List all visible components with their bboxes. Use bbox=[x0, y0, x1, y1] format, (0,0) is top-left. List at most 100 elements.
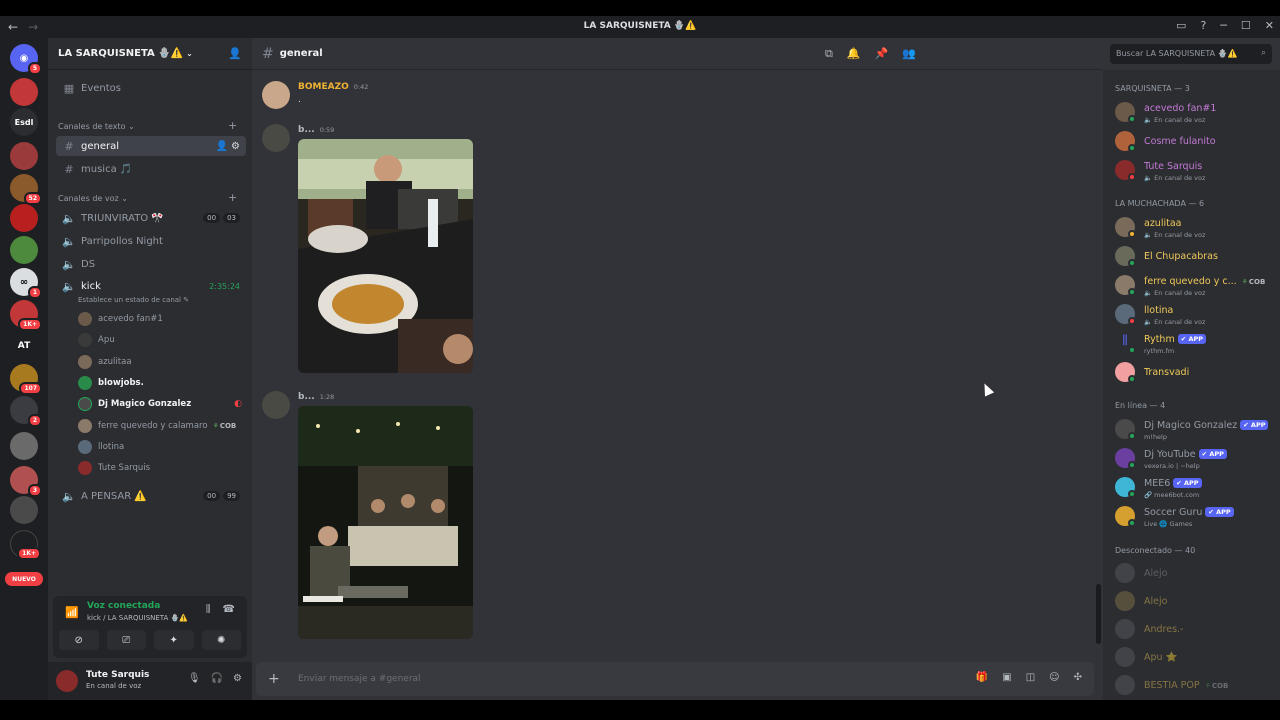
server-icon[interactable]: 1K+ bbox=[10, 300, 42, 331]
voice-user[interactable]: acevedo fan#1 bbox=[78, 310, 242, 328]
user-name[interactable]: Tute Sarquis bbox=[86, 670, 149, 680]
apps-icon[interactable]: ✣ bbox=[1074, 672, 1082, 683]
server-icon[interactable] bbox=[10, 496, 38, 524]
search-input[interactable]: Buscar LA SARQUISNETA 🪬⚠️ ⌕ bbox=[1110, 44, 1272, 64]
add-channel-icon[interactable]: + bbox=[228, 119, 237, 132]
voice-category[interactable]: Canales de voz ⌄ + bbox=[58, 191, 237, 204]
add-channel-icon[interactable]: + bbox=[228, 191, 237, 204]
discord-home-icon[interactable]: ◉ 5 bbox=[10, 44, 42, 75]
minimize-icon[interactable]: ─ bbox=[1220, 19, 1227, 32]
member-item[interactable]: Tute Sarquis 🔈 En canal de voz bbox=[1113, 156, 1279, 184]
server-icon[interactable]: 52 bbox=[10, 174, 42, 205]
voice-location[interactable]: kick / LA SARQUISNETA 🪬⚠️ bbox=[87, 614, 188, 622]
attachment-photo[interactable] bbox=[298, 406, 473, 639]
add-attachment-icon[interactable]: + bbox=[268, 671, 280, 687]
voice-user[interactable]: Dj Magico Gonzalez ◐ bbox=[78, 395, 242, 413]
channel-status[interactable]: Establece un estado de canal ✎ bbox=[78, 296, 189, 304]
message-author[interactable]: b... 1:28 bbox=[298, 392, 334, 402]
member-item[interactable]: Apu ⭐ bbox=[1113, 643, 1279, 671]
server-icon[interactable] bbox=[10, 432, 38, 460]
bell-icon[interactable]: 🔔 bbox=[847, 47, 861, 61]
gif-icon[interactable]: ▣ bbox=[1002, 672, 1011, 683]
member-item[interactable]: Alejo bbox=[1113, 587, 1279, 615]
voice-channel-ds[interactable]: 🔈 DS bbox=[56, 254, 246, 274]
member-item[interactable]: Cosme fulanito bbox=[1113, 127, 1279, 155]
channel-musica[interactable]: # musica 🎵 bbox=[56, 159, 246, 179]
member-item[interactable]: ferre quevedo y c... ⚘COB 🔈 En canal de vo… bbox=[1113, 271, 1279, 299]
voice-channel-kick[interactable]: 🔈 kick 2:35:24 bbox=[56, 276, 246, 296]
gear-icon[interactable]: ⚙ bbox=[233, 673, 242, 684]
gift-icon[interactable]: 🎁 bbox=[976, 672, 988, 683]
member-item[interactable]: Dj Magico Gonzalez ✔ APP m!help bbox=[1113, 415, 1279, 443]
voice-user[interactable]: Tute Sarquis bbox=[78, 459, 242, 477]
voice-channel-parripollos[interactable]: 🔈 Parripollos Night bbox=[56, 231, 246, 251]
microphone-icon[interactable]: 🎙 bbox=[188, 673, 201, 684]
server-icon[interactable] bbox=[10, 204, 38, 232]
member-item[interactable]: Alejo bbox=[1113, 559, 1279, 587]
emoji-icon[interactable]: ☺ bbox=[1049, 672, 1059, 683]
server-icon-esdl[interactable]: Esdl bbox=[10, 108, 38, 136]
server-icon[interactable] bbox=[10, 236, 38, 264]
new-badge[interactable]: NUEVO bbox=[5, 572, 43, 586]
server-icon[interactable]: 1K+ bbox=[10, 530, 41, 560]
member-item[interactable]: acevedo fan#1 🔈 En canal de voz bbox=[1113, 98, 1279, 126]
headphones-icon[interactable]: 🎧 bbox=[211, 673, 223, 684]
noise-suppression-icon[interactable]: ⫼ bbox=[206, 604, 211, 615]
sticker-icon[interactable]: ◫ bbox=[1026, 672, 1035, 683]
server-header[interactable]: LA SARQUISNETA 🪬⚠️ ⌄ 👤 bbox=[48, 38, 252, 70]
voice-channel-a-pensar[interactable]: 🔈 A PENSAR ⚠️ 00 99 bbox=[56, 486, 246, 506]
voice-channel-triunvirato[interactable]: 🔈 TRIUNVIRATO 🎌 00 03 bbox=[56, 208, 246, 228]
member-item[interactable]: MEE6 ✔ APP 🔗 mee6bot.com bbox=[1113, 473, 1279, 501]
avatar[interactable] bbox=[262, 391, 290, 419]
server-icon[interactable]: ∞ 1 bbox=[10, 268, 42, 299]
member-item[interactable]: ⫼ Rythm ✔ APP rythm.fm bbox=[1113, 329, 1279, 357]
voice-user[interactable]: azulitaa bbox=[78, 353, 242, 371]
member-item[interactable]: El Chupacabras bbox=[1113, 242, 1279, 270]
signal-icon[interactable]: 📶 bbox=[65, 606, 79, 619]
member-item[interactable]: Transvadi bbox=[1113, 358, 1279, 386]
text-category[interactable]: Canales de texto ⌄ + bbox=[58, 119, 237, 132]
inbox-icon[interactable]: ▭ bbox=[1176, 19, 1186, 32]
voice-status[interactable]: Voz conectada bbox=[87, 601, 160, 611]
gear-icon[interactable]: ⚙ bbox=[231, 141, 240, 152]
member-item[interactable]: Andres.- bbox=[1113, 615, 1279, 643]
threads-icon[interactable]: ⧉ bbox=[825, 47, 833, 61]
invite-people-icon[interactable]: 👤 bbox=[228, 47, 242, 60]
message-author[interactable]: BOMEAZO 0:42 bbox=[298, 82, 368, 92]
channel-general[interactable]: # general 👤 ⚙ bbox=[56, 136, 246, 156]
server-icon[interactable] bbox=[10, 78, 38, 106]
member-item[interactable]: BESTIA POP ⚘COB bbox=[1113, 671, 1279, 699]
member-item[interactable]: Dj YouTube ✔ APP vexera.io | ~help bbox=[1113, 444, 1279, 472]
pin-icon[interactable]: 📌 bbox=[875, 47, 889, 61]
close-icon[interactable]: ✕ bbox=[1265, 19, 1274, 32]
voice-user[interactable]: llotina bbox=[78, 438, 242, 456]
member-item[interactable]: azulitaa 🔈 En canal de voz bbox=[1113, 213, 1279, 241]
attachment-photo[interactable] bbox=[298, 139, 473, 373]
activities-button[interactable]: ✦ bbox=[154, 630, 194, 650]
chat-scrollbar[interactable] bbox=[1096, 584, 1101, 644]
screen-share-button[interactable]: ⎚ bbox=[106, 630, 146, 650]
server-icon-at[interactable]: AT bbox=[10, 332, 38, 360]
soundboard-button[interactable]: ✺ bbox=[201, 630, 241, 650]
camera-off-button[interactable]: ⊘ bbox=[59, 630, 99, 650]
avatar[interactable] bbox=[262, 124, 290, 152]
maximize-icon[interactable]: ☐ bbox=[1241, 19, 1251, 32]
server-icon[interactable]: 3 bbox=[10, 466, 42, 497]
voice-user[interactable]: blowjobs. bbox=[78, 374, 242, 392]
voice-user[interactable]: Apu bbox=[78, 331, 242, 349]
voice-user[interactable]: ferre quevedo y calamaro ⚘COB bbox=[78, 417, 242, 435]
avatar[interactable] bbox=[262, 81, 290, 109]
server-icon[interactable] bbox=[10, 142, 38, 170]
events-item[interactable]: ▦ Eventos bbox=[56, 78, 246, 98]
message-author[interactable]: b... 0:59 bbox=[298, 125, 334, 135]
member-item[interactable]: llotina 🔈 En canal de voz bbox=[1113, 300, 1279, 328]
disconnect-icon[interactable]: ☎ bbox=[223, 604, 235, 615]
server-icon[interactable]: 2 bbox=[10, 396, 42, 427]
member-item[interactable]: Soccer Guru ✔ APP Live 🌐 Games bbox=[1113, 502, 1279, 530]
help-icon[interactable]: ? bbox=[1200, 19, 1206, 32]
invite-icon[interactable]: 👤 bbox=[216, 141, 228, 152]
message-input[interactable]: + Enviar mensaje a #general 🎁 ▣ ◫ ☺ ✣ bbox=[256, 662, 1094, 696]
members-icon[interactable]: 👥 bbox=[902, 47, 916, 61]
avatar[interactable] bbox=[56, 670, 78, 692]
server-icon[interactable]: 107 bbox=[10, 364, 42, 395]
